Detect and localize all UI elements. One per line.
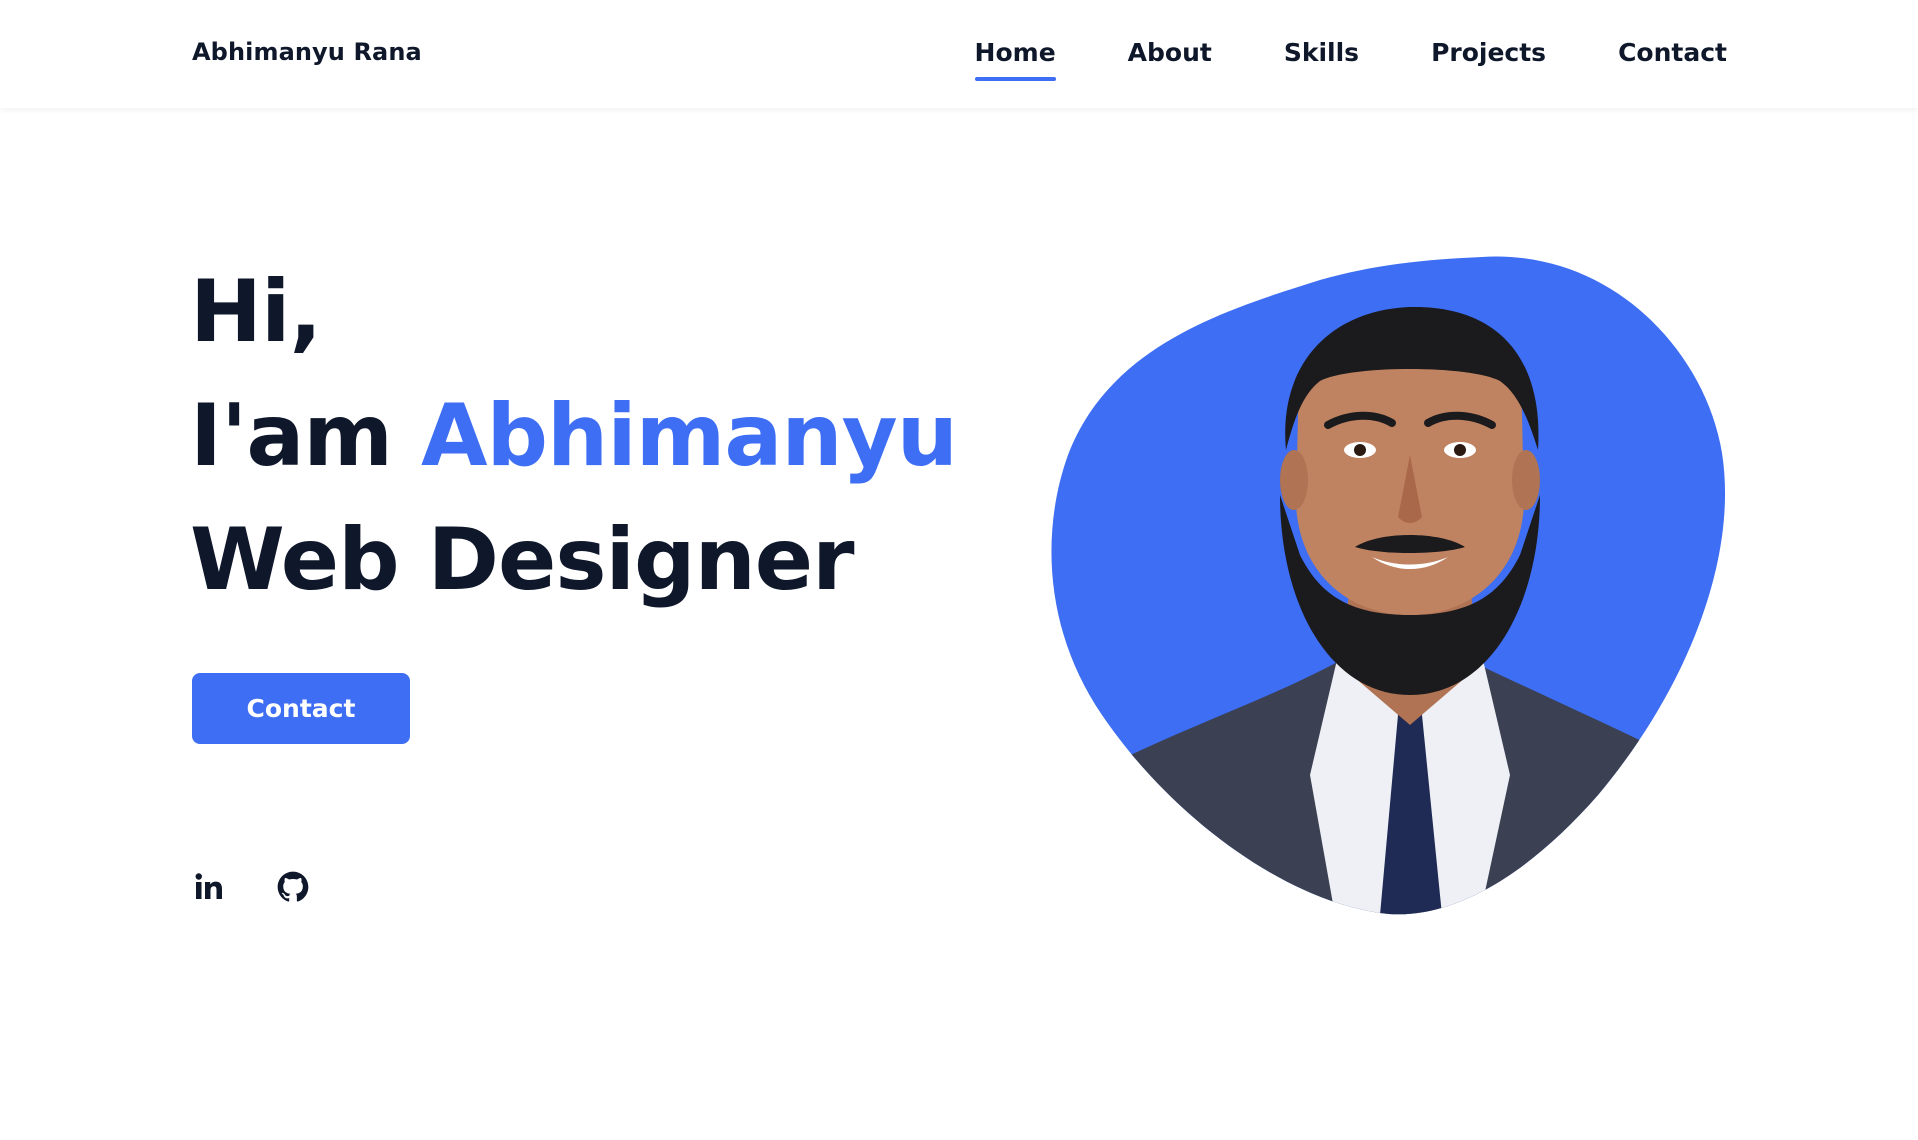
nav-item-home[interactable]: Home xyxy=(974,38,1056,81)
profile-portrait xyxy=(1051,256,1726,915)
hero-intro-prefix: I'am xyxy=(190,386,393,486)
nav-item-about[interactable]: About xyxy=(1128,38,1212,81)
github-icon[interactable] xyxy=(277,871,309,903)
hero-text: Hi, I'am Abhimanyu Web Designer xyxy=(190,250,958,622)
hero-intro: I'am Abhimanyu xyxy=(190,374,958,498)
linkedin-icon[interactable] xyxy=(193,871,225,903)
hero-greeting: Hi, xyxy=(190,262,322,362)
brand-name[interactable]: Abhimanyu Rana xyxy=(192,38,422,66)
nav-item-projects[interactable]: Projects xyxy=(1431,38,1546,81)
nav-item-skills[interactable]: Skills xyxy=(1284,38,1359,81)
contact-button[interactable]: Contact xyxy=(192,673,410,744)
site-header: Abhimanyu Rana Home About Skills Project… xyxy=(0,0,1918,108)
hero-role: Web Designer xyxy=(190,510,855,610)
main-nav: Home About Skills Projects Contact xyxy=(974,38,1727,81)
social-links xyxy=(193,871,309,903)
nav-item-contact[interactable]: Contact xyxy=(1618,38,1727,81)
hero-name: Abhimanyu xyxy=(420,386,958,486)
portrait-blob xyxy=(1051,256,1726,915)
